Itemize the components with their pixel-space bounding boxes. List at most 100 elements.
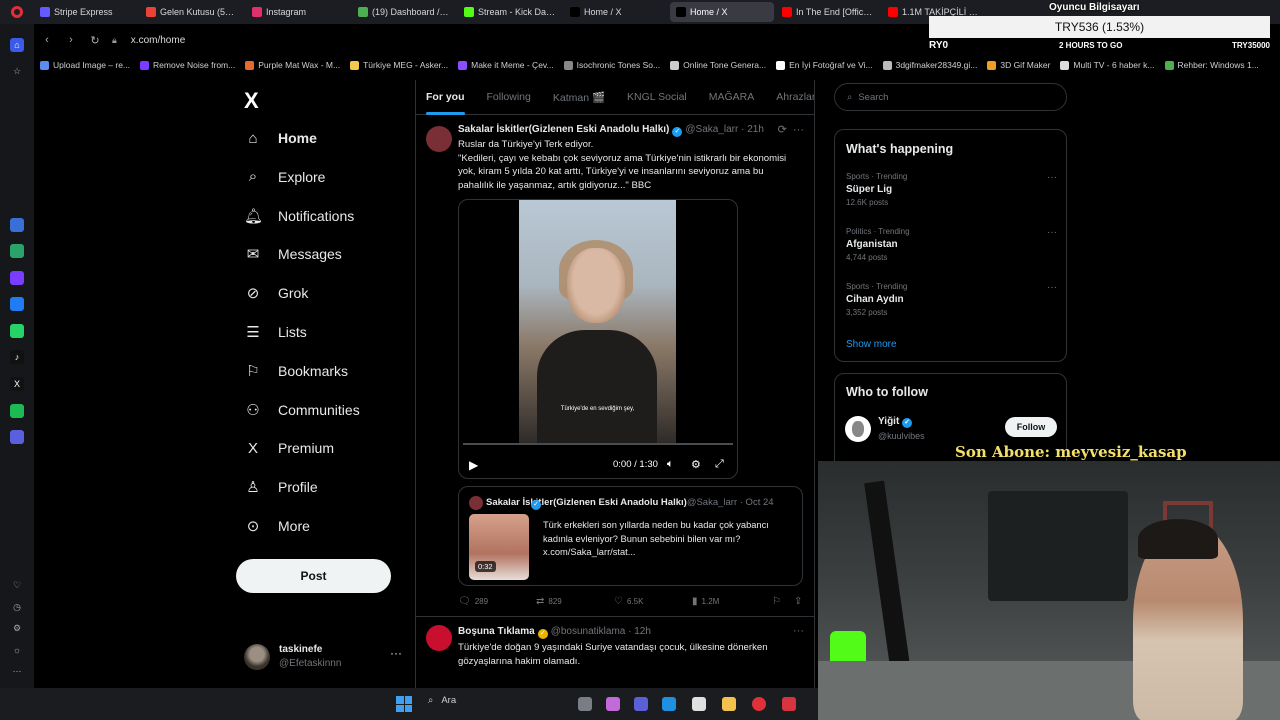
bookmark-item[interactable]: Türkiye MEG - Asker... <box>350 60 448 70</box>
trend-item[interactable]: Sports · Trending Cihan Aydın 3,352 posts ·… <box>846 282 1061 317</box>
quoted-tweet[interactable]: Sakalar İskitler(Gizlenen Eski Anadolu H… <box>458 486 803 586</box>
opera-logo-icon[interactable] <box>0 0 34 24</box>
task-view-icon[interactable] <box>578 697 592 711</box>
feed-tab[interactable]: MAĞARA <box>709 91 755 103</box>
more-icon[interactable]: ⋯ <box>10 664 24 678</box>
opera-icon[interactable] <box>752 697 766 711</box>
nav-grok[interactable]: ⊘ Grok <box>244 278 309 308</box>
more-options-icon[interactable]: ⟳ ··· <box>778 123 804 136</box>
tweet-link[interactable]: x.com/Saka_larr/stat... <box>543 546 793 560</box>
avatar[interactable] <box>845 416 871 442</box>
nav-communities[interactable]: ⚇ Communities <box>244 395 359 425</box>
x-logo-icon[interactable]: X <box>244 88 259 114</box>
bookmark-button[interactable]: ⚐ <box>772 596 781 607</box>
avatar[interactable] <box>426 625 452 651</box>
bookmark-item[interactable]: Make it Meme - Çev... <box>458 60 554 70</box>
bookmark-item[interactable]: 3D Gif Maker <box>987 60 1050 70</box>
browser-tab[interactable]: Instagram <box>246 2 350 22</box>
nav-lists[interactable]: ☰ Lists <box>244 317 307 347</box>
nav-more[interactable]: ⊙ More <box>244 511 310 541</box>
browser-tab[interactable]: (19) Dashboard / Stream <box>352 2 456 22</box>
lock-icon[interactable]: 🔒︎ <box>112 35 117 46</box>
windows-start-icon[interactable] <box>396 696 412 712</box>
feed-tab[interactable]: Following <box>487 91 531 103</box>
feed-tab[interactable]: For you <box>426 91 465 115</box>
author-name[interactable]: Boşuna Tıklama <box>458 626 535 637</box>
back-icon[interactable]: ‹ <box>40 34 54 46</box>
bookmark-item[interactable]: Isochronic Tones So... <box>563 60 660 70</box>
more-options-icon[interactable]: ··· <box>1047 172 1057 183</box>
views-button[interactable]: ▮ 1.2M <box>692 596 719 607</box>
tweet[interactable]: Sakalar İskitler(Gizlenen Eski Anadolu H… <box>416 116 814 616</box>
fullscreen-icon[interactable]: ⤢ <box>715 458 724 471</box>
lightbulb-icon[interactable]: ☼ <box>10 643 24 657</box>
nav-notifications[interactable]: 🔔︎ Notifications <box>244 201 354 231</box>
bookmark-item[interactable]: 3dgifmaker28349.gi... <box>882 60 977 70</box>
bookmark-item[interactable]: Online Tone Genera... <box>670 60 766 70</box>
bookmark-item[interactable]: Rehber: Windows 1... <box>1164 60 1259 70</box>
show-more-link[interactable]: Show more <box>846 339 897 350</box>
url-field[interactable]: x.com/home <box>131 35 185 46</box>
home-icon[interactable]: ⌂ <box>10 38 24 52</box>
nav-premium[interactable]: X Premium <box>244 433 334 463</box>
share-button[interactable]: ⇪ <box>794 596 802 607</box>
trend-item[interactable]: Sports · Trending Süper Lig 12.6K posts ··· <box>846 172 1061 207</box>
reply-button[interactable]: 🗨︎ 289 <box>458 596 488 607</box>
repost-button[interactable]: ⇄ 829 <box>536 596 562 607</box>
nav-bookmarks[interactable]: ⚐ Bookmarks <box>244 356 348 386</box>
video-frame[interactable]: Türkiye'de en sevdiğim şey, <box>519 200 676 445</box>
app-icon[interactable] <box>10 271 24 285</box>
follow-button[interactable]: Follow <box>1005 417 1057 437</box>
teams-icon[interactable] <box>634 697 648 711</box>
heart-icon[interactable]: ♡ <box>10 578 24 592</box>
file-explorer-icon[interactable] <box>722 697 736 711</box>
browser-tab[interactable]: Stripe Express <box>34 2 138 22</box>
volume-icon[interactable]: 🔈︎ <box>667 458 674 471</box>
more-options-icon[interactable]: ··· <box>390 646 402 660</box>
avatar[interactable] <box>426 126 452 152</box>
browser-tab[interactable]: In The End [Official HD <box>776 2 880 22</box>
chatgpt-icon[interactable] <box>10 244 24 258</box>
feed-tab[interactable]: Katman 🎬 <box>553 91 605 104</box>
browser-tab[interactable]: Gelen Kutusu (516) - no <box>140 2 244 22</box>
store-icon[interactable] <box>692 697 706 711</box>
star-icon[interactable]: ☆ <box>10 64 24 78</box>
whatsapp-icon[interactable] <box>10 324 24 338</box>
feed-tab[interactable]: Ahrazlar <box>776 91 814 103</box>
author-handle[interactable]: @Saka_larr · 21h <box>685 124 764 135</box>
app-icon[interactable] <box>10 218 24 232</box>
search-input[interactable]: ⌕ Search <box>834 83 1067 111</box>
browser-tab[interactable]: Home / X <box>564 2 668 22</box>
more-options-icon[interactable]: ··· <box>1047 282 1057 293</box>
bookmark-item[interactable]: Multi TV - 6 haber k... <box>1060 60 1155 70</box>
trend-item[interactable]: Politics · Trending Afganistan 4,744 posts… <box>846 227 1061 262</box>
author-name[interactable]: Sakalar İskitler(Gizlenen Eski Anadolu H… <box>458 124 669 135</box>
forward-icon[interactable]: › <box>64 34 78 46</box>
more-options-icon[interactable]: ··· <box>1047 227 1057 238</box>
video-player[interactable]: Türkiye'de en sevdiğim şey, ▶ 0:00 / 1:3… <box>458 199 738 479</box>
browser-tab[interactable]: Stream - Kick Dashboar <box>458 2 562 22</box>
like-button[interactable]: ♡ 6.5K <box>614 596 643 607</box>
bookmark-item[interactable]: Purple Mat Wax - M... <box>245 60 340 70</box>
app-icon[interactable] <box>10 430 24 444</box>
tiktok-icon[interactable]: ♪ <box>10 350 24 364</box>
spotify-icon[interactable] <box>10 404 24 418</box>
bookmark-item[interactable]: Upload Image – re... <box>40 60 130 70</box>
nav-messages[interactable]: ✉ Messages <box>244 239 342 269</box>
edge-icon[interactable] <box>662 697 676 711</box>
post-button[interactable]: Post <box>236 559 391 593</box>
copilot-icon[interactable] <box>606 697 620 711</box>
account-switcher[interactable]: taskinefe @Efetaskinnn ··· <box>244 640 404 672</box>
app-icon[interactable] <box>782 697 796 711</box>
bookmark-item[interactable]: En İyi Fotoğraf ve Vi... <box>776 60 873 70</box>
reload-icon[interactable]: ↻ <box>88 34 102 47</box>
suggested-user-name[interactable]: Yiğit ✓ <box>878 416 913 428</box>
feed-tab[interactable]: KNGL Social <box>627 91 687 103</box>
history-icon[interactable]: ◷ <box>10 600 24 614</box>
play-icon[interactable]: ▶ <box>469 458 478 472</box>
tweet[interactable]: Boşuna Tıklama ✓ @bosunatiklama · 12h ··· … <box>416 617 814 690</box>
browser-tab[interactable]: Home / X <box>670 2 774 22</box>
bookmark-item[interactable]: Remove Noise from... <box>140 60 235 70</box>
nav-explore[interactable]: ⌕ Explore <box>244 162 326 192</box>
settings-gear-icon[interactable]: ⚙ <box>691 458 701 471</box>
